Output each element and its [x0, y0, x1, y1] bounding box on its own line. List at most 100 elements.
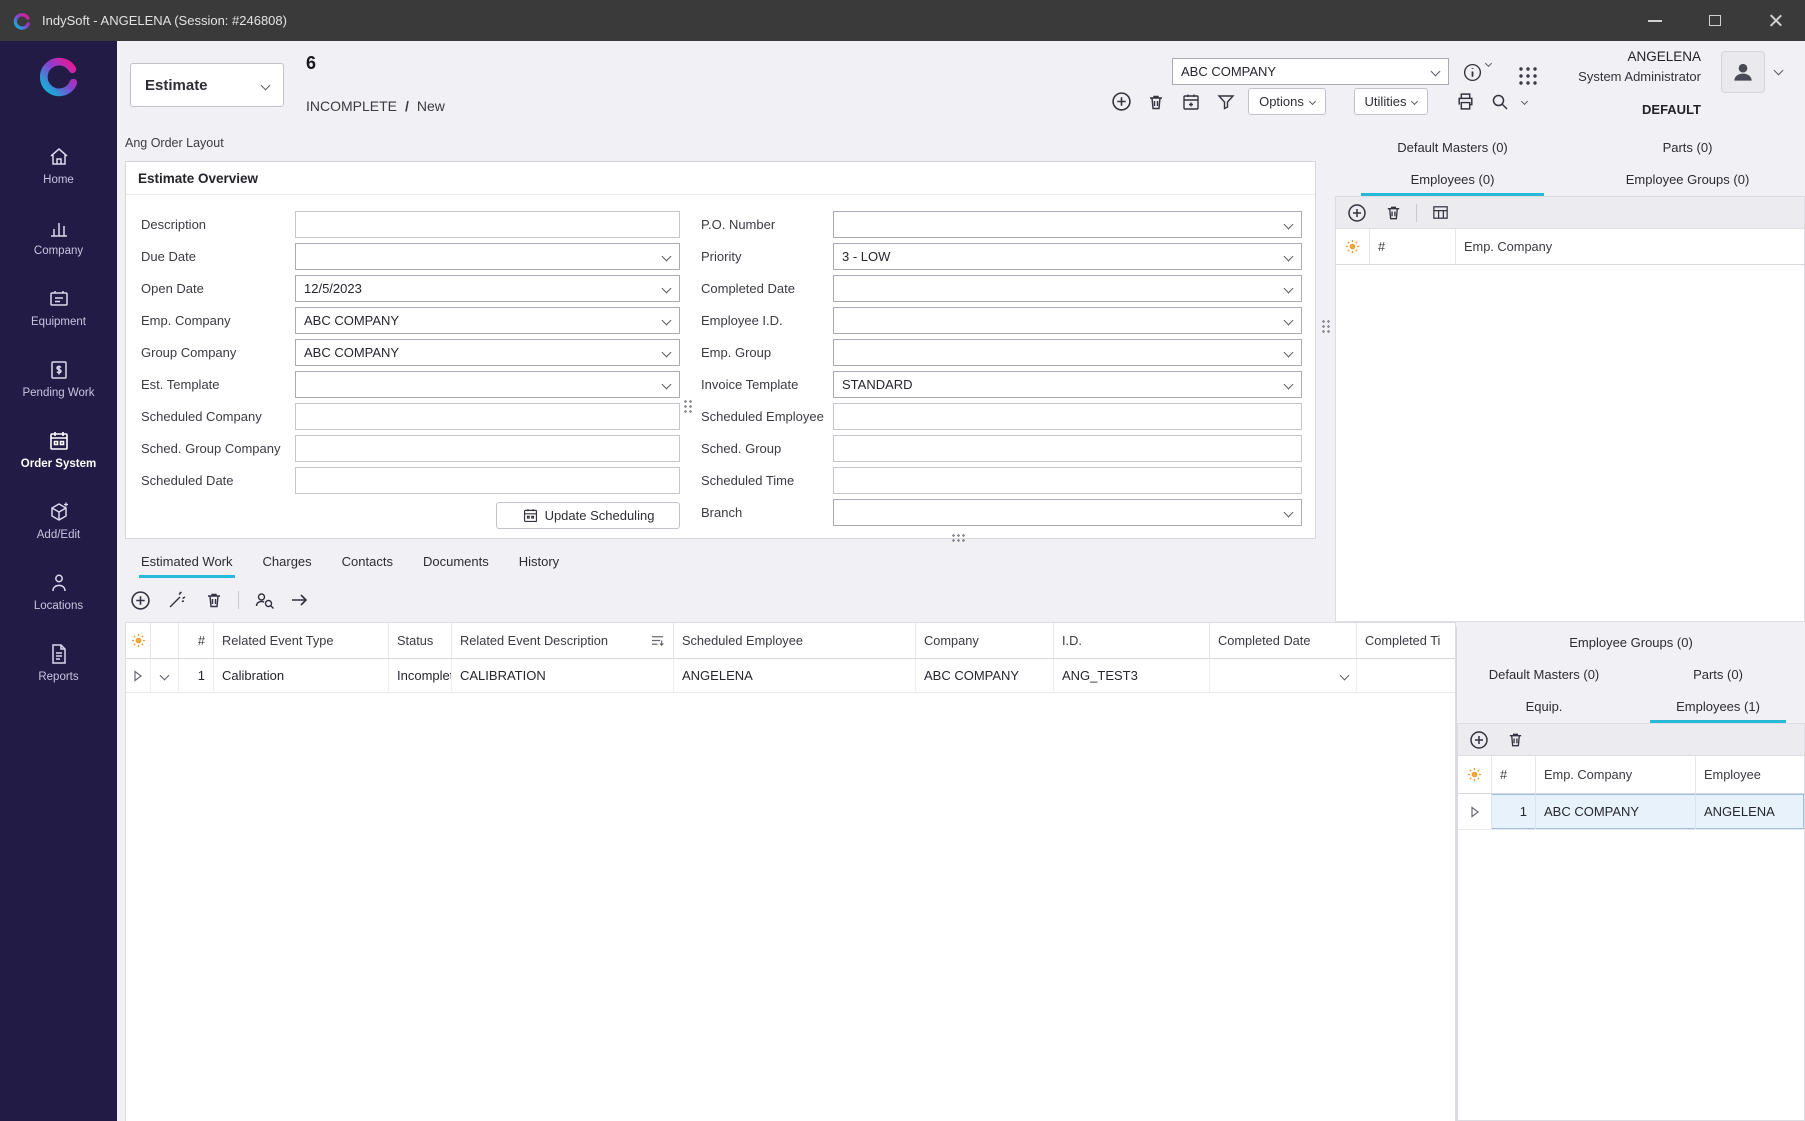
table-row[interactable]: 1 ABC COMPANY ANGELENA: [1458, 794, 1804, 830]
est-template-select[interactable]: [295, 371, 680, 398]
emp-company-select[interactable]: ABC COMPANY: [295, 307, 680, 334]
grid-view-button[interactable]: [1427, 200, 1453, 226]
info-button[interactable]: [1459, 59, 1485, 85]
scheduled-employee-input[interactable]: [833, 403, 1302, 430]
column-header[interactable]: #: [179, 623, 214, 658]
table-row[interactable]: 1 Calibration Incomplete CALIBRATION ANG…: [126, 659, 1455, 693]
utilities-button[interactable]: Utilities: [1354, 88, 1428, 115]
column-header[interactable]: Completed Ti: [1357, 623, 1456, 658]
column-header[interactable]: I.D.: [1054, 623, 1210, 658]
add-employee-button[interactable]: [1344, 200, 1370, 226]
completed-date-select[interactable]: [833, 275, 1302, 302]
po-number-select[interactable]: [833, 211, 1302, 238]
delete-employee-button[interactable]: [1380, 200, 1406, 226]
sidebar-item-order-system[interactable]: Order System: [0, 429, 117, 470]
record-type-dropdown[interactable]: Estimate: [130, 63, 284, 107]
tab-default-masters[interactable]: Default Masters (0): [1335, 132, 1570, 164]
auto-fill-button[interactable]: [164, 587, 190, 613]
group-company-select[interactable]: ABC COMPANY: [295, 339, 680, 366]
tab-employees[interactable]: Employees (1): [1631, 691, 1805, 723]
sidebar-item-reports[interactable]: Reports: [0, 642, 117, 683]
tab-contacts[interactable]: Contacts: [340, 550, 395, 578]
emp-group-select[interactable]: [833, 339, 1302, 366]
expand-row-icon[interactable]: [133, 670, 143, 682]
due-date-select[interactable]: [295, 243, 680, 270]
options-button[interactable]: Options: [1248, 88, 1326, 115]
invoice-template-select[interactable]: STANDARD: [833, 371, 1302, 398]
print-button[interactable]: [1452, 89, 1478, 115]
options-sun-icon[interactable]: [131, 633, 146, 648]
maximize-button[interactable]: [1685, 0, 1745, 41]
user-avatar[interactable]: [1721, 51, 1765, 93]
delete-record-button[interactable]: [1143, 89, 1169, 115]
options-sun-icon[interactable]: [1345, 239, 1360, 254]
minimize-button[interactable]: [1625, 0, 1685, 41]
search-button[interactable]: [1487, 89, 1513, 115]
company-selector[interactable]: ABC COMPANY: [1172, 58, 1449, 85]
add-work-button[interactable]: [127, 587, 153, 613]
sidebar-item-home[interactable]: Home: [0, 145, 117, 186]
assign-employee-button[interactable]: [250, 587, 276, 613]
scheduled-time-input[interactable]: [833, 467, 1302, 494]
sort-icon[interactable]: [650, 634, 665, 647]
forward-button[interactable]: [287, 587, 313, 613]
employee-id-select[interactable]: [833, 307, 1302, 334]
tab-employees[interactable]: Employees (0): [1335, 164, 1570, 196]
tab-documents[interactable]: Documents: [421, 550, 491, 578]
add-record-button[interactable]: [1108, 89, 1134, 115]
column-header[interactable]: Completed Date: [1210, 623, 1357, 658]
scheduled-company-input[interactable]: [295, 403, 680, 430]
sidebar-item-company[interactable]: Company: [0, 216, 117, 257]
cell-completed-date[interactable]: [1210, 659, 1357, 692]
column-header[interactable]: Emp. Company: [1536, 756, 1696, 793]
splitter-handle[interactable]: [683, 399, 693, 414]
tab-equip[interactable]: Equip.: [1457, 691, 1631, 723]
chevron-down-icon[interactable]: [1521, 98, 1528, 105]
sched-group-input[interactable]: [833, 435, 1302, 462]
sidebar-item-locations[interactable]: Locations: [0, 571, 117, 612]
column-header[interactable]: Related Event Type: [214, 623, 389, 658]
tab-parts[interactable]: Parts (0): [1631, 659, 1805, 691]
tab-charges[interactable]: Charges: [261, 550, 314, 578]
column-header[interactable]: Scheduled Employee: [674, 623, 916, 658]
sched-group-company-input[interactable]: [295, 435, 680, 462]
scheduled-date-input[interactable]: [295, 467, 680, 494]
delete-work-button[interactable]: [201, 587, 227, 613]
options-sun-icon[interactable]: [1467, 767, 1482, 782]
description-input[interactable]: [295, 211, 680, 238]
column-header[interactable]: Company: [916, 623, 1054, 658]
apps-grid-button[interactable]: [1515, 63, 1541, 89]
splitter-handle[interactable]: [951, 533, 966, 543]
tab-history[interactable]: History: [517, 550, 561, 578]
column-header[interactable]: Related Event Description: [452, 623, 674, 658]
update-scheduling-button[interactable]: Update Scheduling: [496, 502, 680, 529]
column-header[interactable]: Emp. Company: [1456, 229, 1805, 264]
splitter-handle[interactable]: [1321, 319, 1331, 334]
delete-employee-button[interactable]: [1502, 727, 1528, 753]
tab-estimated-work[interactable]: Estimated Work: [139, 550, 235, 578]
tab-default-masters[interactable]: Default Masters (0): [1457, 659, 1631, 691]
tab-employee-groups[interactable]: Employee Groups (0): [1570, 164, 1805, 196]
expand-row-icon[interactable]: [1470, 806, 1480, 818]
tab-employee-groups[interactable]: Employee Groups (0): [1457, 627, 1805, 659]
close-button[interactable]: [1745, 0, 1805, 41]
priority-select[interactable]: 3 - LOW: [833, 243, 1302, 270]
add-employee-button[interactable]: [1466, 727, 1492, 753]
sidebar-item-add-edit[interactable]: Add/Edit: [0, 500, 117, 541]
sidebar-item-equipment[interactable]: Equipment: [0, 287, 117, 328]
chevron-down-icon[interactable]: [1774, 66, 1784, 76]
column-header[interactable]: Employee: [1696, 756, 1805, 793]
sidebar-item-pending-work[interactable]: Pending Work: [0, 358, 117, 399]
tab-parts[interactable]: Parts (0): [1570, 132, 1805, 164]
chevron-down-icon[interactable]: [160, 671, 170, 681]
column-header[interactable]: #: [1492, 756, 1536, 793]
cell-emp-company: ABC COMPANY: [1536, 794, 1696, 829]
column-header[interactable]: Status: [389, 623, 452, 658]
filter-button[interactable]: [1213, 89, 1239, 115]
chevron-down-icon[interactable]: [1485, 60, 1492, 67]
branch-select[interactable]: [833, 499, 1302, 526]
calendar-button[interactable]: [1178, 89, 1204, 115]
open-date-select[interactable]: 12/5/2023: [295, 275, 680, 302]
column-header[interactable]: #: [1370, 229, 1456, 264]
chevron-down-icon: [1284, 315, 1294, 325]
